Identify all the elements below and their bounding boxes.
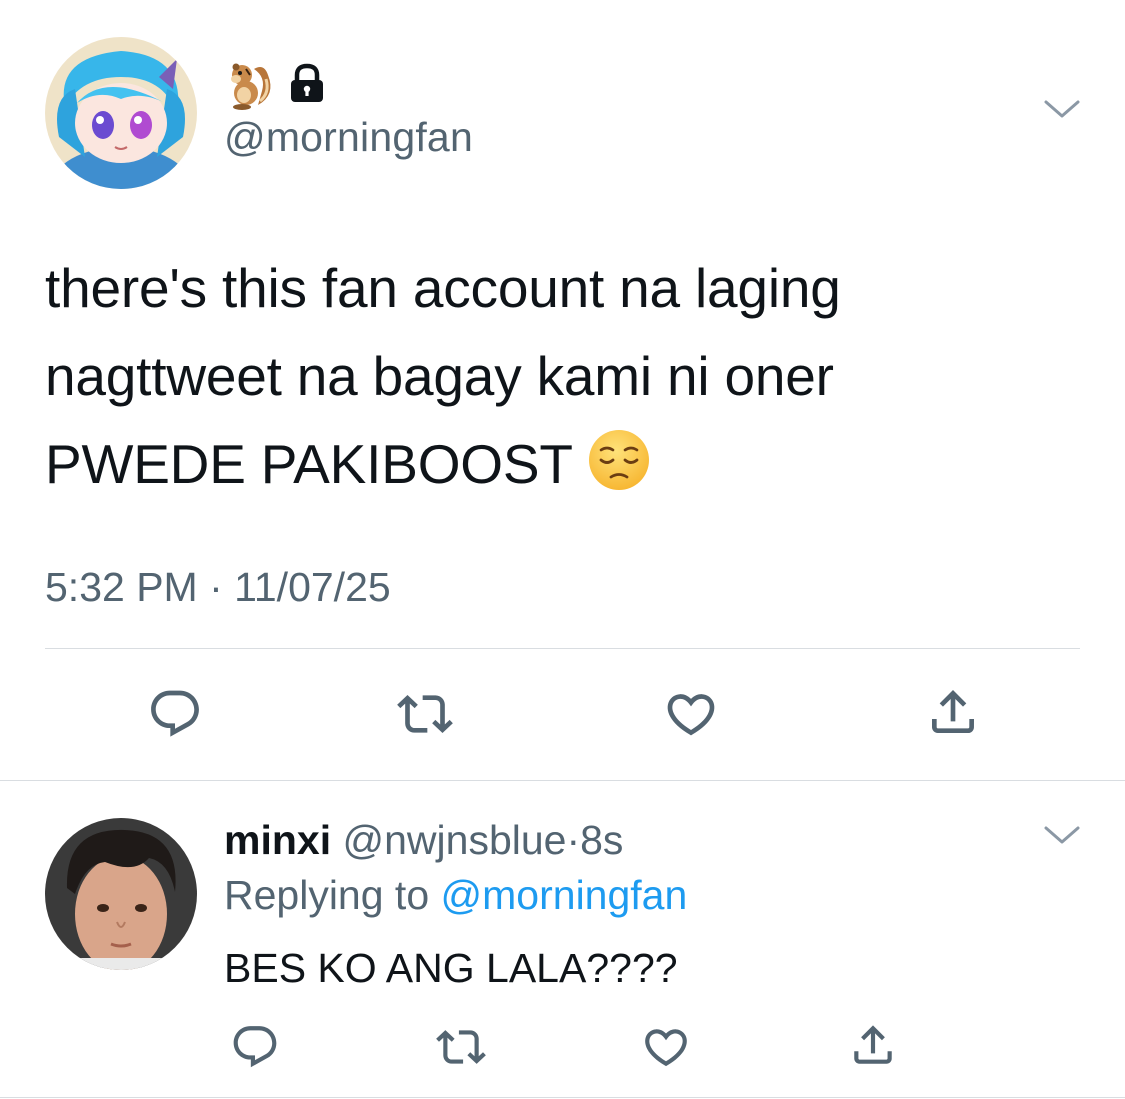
divider — [0, 780, 1125, 781]
like-icon[interactable] — [640, 1022, 692, 1072]
tweet-timestamp[interactable]: 5:32 PM · 11/07/25 — [45, 562, 391, 612]
avatar[interactable] — [45, 37, 197, 189]
more-options-button[interactable] — [1040, 94, 1084, 124]
reply-header: minxi @nwjnsblue·8s — [224, 815, 623, 865]
reply-display-name[interactable]: minxi — [224, 817, 331, 863]
reply-more-options-button[interactable] — [1040, 820, 1084, 850]
reply-icon[interactable] — [230, 1022, 280, 1072]
tweet-text: there's this fan account na laging nagtt… — [45, 244, 1085, 508]
like-icon[interactable] — [662, 686, 720, 742]
share-icon[interactable] — [848, 1020, 898, 1070]
lock-icon — [286, 62, 328, 104]
reply-time[interactable]: 8s — [580, 817, 623, 863]
share-icon[interactable] — [925, 684, 981, 740]
tweet-text-line: PWEDE PAKIBOOST — [45, 433, 573, 495]
user-handle[interactable]: @morningfan — [224, 117, 473, 158]
chevron-down-icon — [1044, 826, 1080, 844]
retweet-icon[interactable] — [436, 1022, 486, 1072]
chipmunk-icon — [222, 55, 278, 111]
avatar-image — [45, 818, 197, 970]
pensive-face-icon — [587, 428, 651, 492]
separator-dot: · — [566, 817, 581, 863]
reply-icon[interactable] — [147, 686, 203, 742]
retweet-icon[interactable] — [397, 686, 453, 742]
divider — [0, 1097, 1125, 1098]
reply-avatar[interactable] — [45, 818, 197, 970]
tweet-text-line-last: PWEDE PAKIBOOST — [45, 420, 1085, 508]
replying-to: Replying to @morningfan — [224, 870, 687, 920]
mention-link[interactable]: @morningfan — [441, 872, 688, 918]
tweet-text-line: there's this fan account na laging — [45, 257, 841, 319]
replying-to-prefix: Replying to — [224, 872, 430, 918]
reply-text: BES KO ANG LALA???? — [224, 945, 678, 991]
display-name[interactable] — [222, 55, 328, 111]
reply-user-handle[interactable]: @nwjnsblue — [343, 817, 567, 863]
chevron-down-icon — [1044, 100, 1080, 118]
divider — [45, 648, 1080, 649]
tweet-text-line: nagttweet na bagay kami ni oner — [45, 345, 834, 407]
avatar-image — [45, 37, 197, 189]
